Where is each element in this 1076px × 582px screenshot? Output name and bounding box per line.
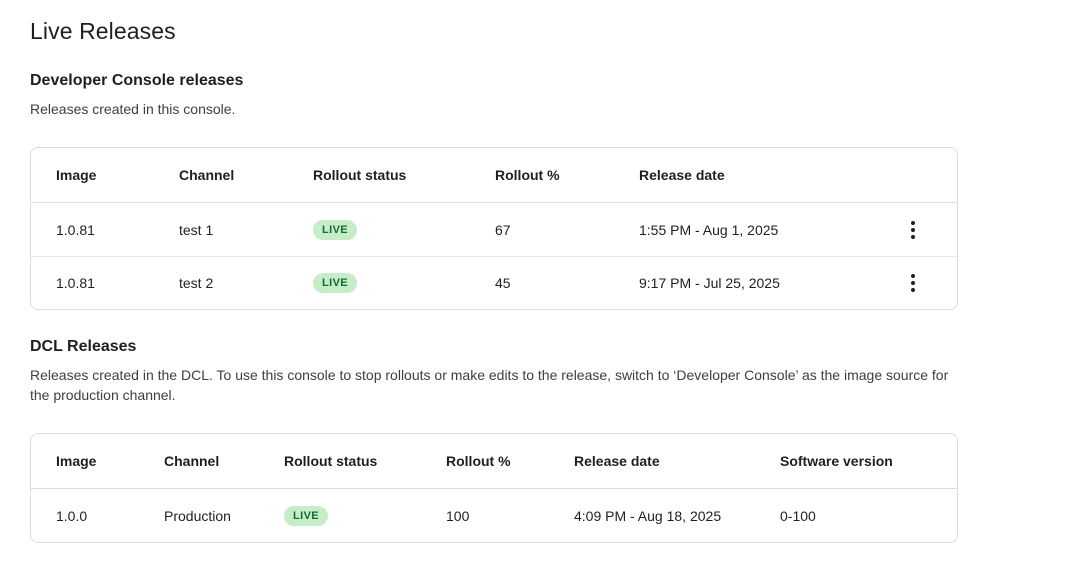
column-header-channel: Channel [179, 167, 313, 183]
page-title: Live Releases [30, 18, 1046, 45]
cell-rollout-status: LIVE [313, 273, 495, 293]
cell-software-version: 0-100 [780, 508, 941, 524]
column-header-rollout-status: Rollout status [313, 167, 495, 183]
kebab-menu-icon[interactable] [905, 268, 921, 298]
cell-channel: test 2 [179, 275, 313, 291]
cell-release-date: 4:09 PM - Aug 18, 2025 [574, 508, 780, 524]
column-header-release-date: Release date [639, 167, 885, 183]
cell-row-menu [885, 268, 941, 298]
dcl-releases-heading: DCL Releases [30, 338, 1046, 356]
column-header-release-date: Release date [574, 453, 780, 469]
cell-rollout-pct: 67 [495, 222, 639, 238]
developer-console-releases-table: Image Channel Rollout status Rollout % R… [30, 147, 958, 310]
column-header-image: Image [56, 453, 164, 469]
cell-rollout-pct: 45 [495, 275, 639, 291]
cell-rollout-pct: 100 [446, 508, 574, 524]
column-header-rollout-pct: Rollout % [446, 453, 574, 469]
column-header-channel: Channel [164, 453, 284, 469]
column-header-rollout-status: Rollout status [284, 453, 446, 469]
column-header-image: Image [56, 167, 179, 183]
live-status-badge: LIVE [313, 273, 357, 293]
dcl-releases-table: Image Channel Rollout status Rollout % R… [30, 433, 958, 543]
table-header-row: Image Channel Rollout status Rollout % R… [31, 148, 957, 203]
live-status-badge: LIVE [284, 506, 328, 526]
dcl-releases-description: Releases created in the DCL. To use this… [30, 365, 950, 405]
cell-rollout-status: LIVE [284, 506, 446, 526]
cell-image: 1.0.0 [56, 508, 164, 524]
live-releases-page: Live Releases Developer Console releases… [0, 0, 1076, 582]
cell-row-menu [885, 215, 941, 245]
kebab-menu-icon[interactable] [905, 215, 921, 245]
table-row: 1.0.0 Production LIVE 100 4:09 PM - Aug … [31, 489, 957, 542]
cell-release-date: 1:55 PM - Aug 1, 2025 [639, 222, 885, 238]
table-row: 1.0.81 test 2 LIVE 45 9:17 PM - Jul 25, … [31, 256, 957, 309]
column-header-software-version: Software version [780, 453, 941, 469]
cell-channel: test 1 [179, 222, 313, 238]
table-row: 1.0.81 test 1 LIVE 67 1:55 PM - Aug 1, 2… [31, 203, 957, 256]
developer-console-releases-heading: Developer Console releases [30, 72, 1046, 90]
column-header-rollout-pct: Rollout % [495, 167, 639, 183]
cell-image: 1.0.81 [56, 222, 179, 238]
developer-console-releases-description: Releases created in this console. [30, 99, 950, 119]
cell-channel: Production [164, 508, 284, 524]
cell-release-date: 9:17 PM - Jul 25, 2025 [639, 275, 885, 291]
cell-rollout-status: LIVE [313, 220, 495, 240]
cell-image: 1.0.81 [56, 275, 179, 291]
table-header-row: Image Channel Rollout status Rollout % R… [31, 434, 957, 489]
live-status-badge: LIVE [313, 220, 357, 240]
